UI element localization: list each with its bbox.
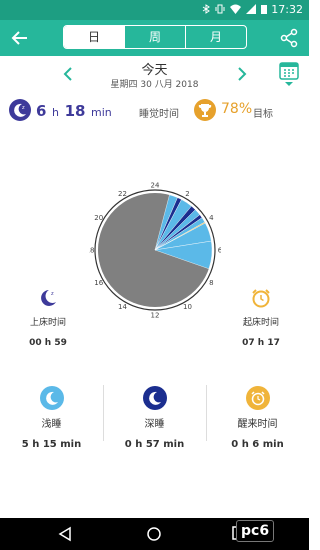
hour-label-22: 22 <box>118 190 127 198</box>
bedtime-block: z 上床时间 00 h 59 <box>22 287 74 348</box>
status-bar: 17:32 <box>0 0 309 20</box>
moon-icon: z <box>9 99 31 121</box>
sleep-time-label: 睡觉时间 <box>139 109 179 120</box>
svg-text:z: z <box>22 105 25 111</box>
hour-label-4: 4 <box>209 214 214 222</box>
vibrate-icon <box>215 4 225 14</box>
hour-label-6: 6 <box>218 247 221 255</box>
wake-value: 07 h 17 <box>242 338 280 348</box>
light-sleep-label: 浅睡 <box>41 419 62 430</box>
alarm-clock-icon <box>252 289 270 308</box>
wake-label: 起床时间 <box>242 318 279 328</box>
tab-day[interactable]: 日 <box>64 26 124 48</box>
goal-percent: 78% <box>221 101 253 117</box>
nav-home-icon[interactable] <box>146 526 162 542</box>
deep-sleep-icon <box>142 386 167 410</box>
period-tabs: 日 周 月 <box>63 25 247 49</box>
alarm-clock-icon <box>245 386 270 410</box>
bedtime-value: 00 h 59 <box>29 338 67 348</box>
svg-text:z: z <box>51 291 54 297</box>
calendar-icon[interactable] <box>278 60 300 88</box>
signal-icon <box>246 4 256 14</box>
stat-deep-sleep: 深睡 0 h 57 min <box>103 383 206 450</box>
arrow-left-icon[interactable] <box>10 28 30 48</box>
hour-label-8: 8 <box>209 279 213 287</box>
bedtime-label: 上床时间 <box>29 318 66 328</box>
date-subtitle: 星期四 30 八月 2018 <box>110 80 199 90</box>
app-bar: 日 周 月 <box>0 20 309 56</box>
light-sleep-value: 5 h 15 min <box>21 439 82 450</box>
tab-week[interactable]: 周 <box>124 26 185 48</box>
sleep-clock-dial: 24246810121416182022 <box>89 182 221 320</box>
date-title: 今天 <box>141 63 168 78</box>
awake-label: 醒来时间 <box>237 419 278 430</box>
bluetooth-icon <box>202 4 210 14</box>
minute-unit: min <box>91 106 112 119</box>
duration-hours: 6 <box>36 102 47 120</box>
battery-icon <box>261 5 267 14</box>
stat-light-sleep: 浅睡 5 h 15 min <box>0 383 103 450</box>
sleep-stats: 浅睡 5 h 15 min 深睡 0 h 57 min 醒来时间 0 h 6 m… <box>0 383 309 450</box>
hour-label-14: 14 <box>118 303 127 311</box>
light-sleep-icon <box>39 386 64 410</box>
goal-label: 目标 <box>253 109 273 120</box>
chevron-right-icon[interactable] <box>236 66 248 82</box>
sleep-duration: 6 h 18 min <box>36 101 112 120</box>
hour-label-18: 18 <box>89 247 94 255</box>
hour-label-24: 24 <box>151 182 160 190</box>
duration-minutes: 18 <box>64 102 86 120</box>
awake-value: 0 h 6 min <box>231 439 284 450</box>
moon-icon: z <box>41 290 56 306</box>
wifi-icon <box>230 4 241 14</box>
status-time: 17:32 <box>271 3 303 16</box>
share-icon[interactable] <box>279 28 299 48</box>
trophy-icon <box>194 99 216 121</box>
hour-label-16: 16 <box>94 279 103 287</box>
tab-month[interactable]: 月 <box>185 26 246 48</box>
hour-label-10: 10 <box>183 303 192 311</box>
sleep-summary: z 6 h 18 min 睡觉时间 78% 目标 <box>0 96 309 128</box>
deep-sleep-label: 深睡 <box>144 419 165 430</box>
watermark: pc6 <box>236 520 275 542</box>
date-navigator: 今天 星期四 30 八月 2018 <box>0 56 309 92</box>
deep-sleep-value: 0 h 57 min <box>124 439 185 450</box>
hour-label-12: 12 <box>151 312 160 320</box>
stat-awake: 醒来时间 0 h 6 min <box>206 383 309 450</box>
hour-label-2: 2 <box>185 190 189 198</box>
hour-label-20: 20 <box>94 214 103 222</box>
hour-unit: h <box>52 106 59 119</box>
wake-block: 起床时间 07 h 17 <box>236 287 286 348</box>
nav-back-icon[interactable] <box>58 526 72 542</box>
status-icons <box>202 4 267 14</box>
